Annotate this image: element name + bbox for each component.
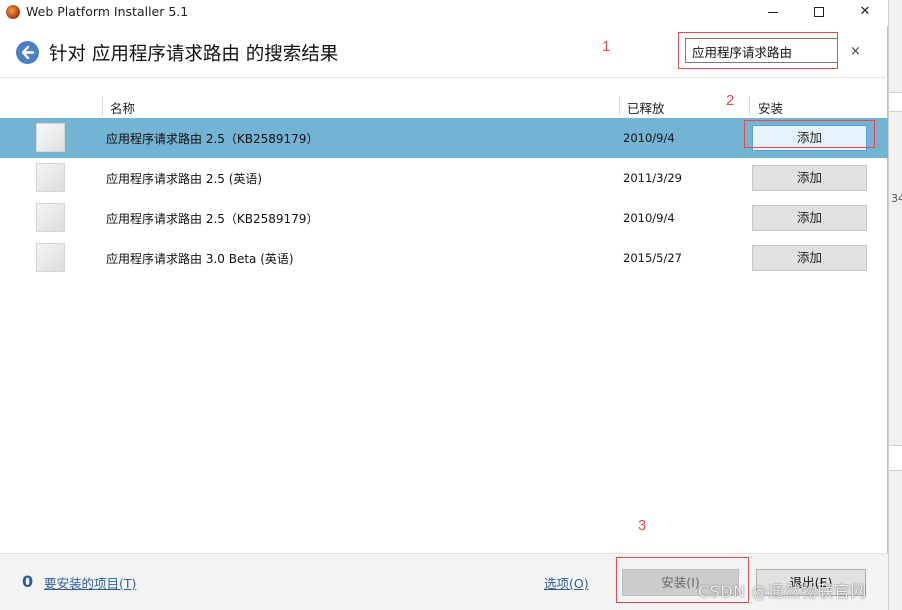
release-date: 2015/5/27 <box>623 251 682 265</box>
app-icon <box>6 5 20 19</box>
product-thumbnail <box>36 203 65 232</box>
title-bar: Web Platform Installer 5.1 ✕ <box>0 0 888 26</box>
annotation-number: 1 <box>602 38 611 55</box>
product-name: 应用程序请求路由 2.5（KB2589179） <box>106 132 319 146</box>
maximize-icon <box>814 7 824 17</box>
background-window: 34 <box>888 0 902 610</box>
product-name: 应用程序请求路由 2.5 (英语) <box>106 172 263 186</box>
annotation-number: 2 <box>726 92 735 109</box>
add-button[interactable]: 添加 <box>752 205 867 231</box>
header-divider <box>0 77 888 78</box>
column-header-install[interactable]: 安装 <box>758 98 783 117</box>
annotation-number: 3 <box>638 517 647 534</box>
annotation-box-add <box>744 120 875 148</box>
release-date: 2011/3/29 <box>623 171 682 185</box>
page-title: 针对 应用程序请求路由 的搜索结果 <box>49 44 339 65</box>
clear-search-icon[interactable]: × <box>850 44 861 59</box>
product-thumbnail <box>36 123 65 152</box>
watermark: CSDN @通然物联官网 <box>698 582 867 601</box>
release-date: 2010/9/4 <box>623 211 675 225</box>
add-button[interactable]: 添加 <box>752 245 867 271</box>
close-icon: ✕ <box>859 4 871 19</box>
background-text: 34 <box>891 192 902 205</box>
options-link[interactable]: 选项(O) <box>544 573 589 592</box>
table-row[interactable]: 应用程序请求路由 2.5（KB2589179） 2010/9/4 添加 <box>0 198 888 238</box>
window-title: Web Platform Installer 5.1 <box>26 4 189 19</box>
back-arrow-icon <box>21 45 35 60</box>
column-header-name[interactable]: 名称 <box>110 98 135 117</box>
column-divider <box>749 96 750 116</box>
product-thumbnail <box>36 243 65 272</box>
column-header-released[interactable]: 已释放 <box>627 98 665 117</box>
close-button[interactable]: ✕ <box>842 0 888 24</box>
annotation-box-search <box>678 32 838 69</box>
release-date: 2010/9/4 <box>623 131 675 145</box>
minimize-button[interactable] <box>750 0 796 24</box>
product-name: 应用程序请求路由 3.0 Beta (英语) <box>106 252 294 266</box>
product-name: 应用程序请求路由 2.5（KB2589179） <box>106 212 319 226</box>
table-row[interactable]: 应用程序请求路由 2.5 (英语) 2011/3/29 添加 <box>0 158 888 198</box>
install-count: 0 <box>22 572 34 591</box>
add-button[interactable]: 添加 <box>752 165 867 191</box>
background-strip <box>889 445 902 471</box>
table-row[interactable]: 应用程序请求路由 3.0 Beta (英语) 2015/5/27 添加 <box>0 238 888 278</box>
items-to-install-link[interactable]: 要安装的项目(T) <box>44 573 136 592</box>
installer-window: Web Platform Installer 5.1 ✕ 针对 应用程序请求路由… <box>0 0 888 610</box>
column-divider <box>102 96 103 116</box>
product-thumbnail <box>36 163 65 192</box>
maximize-button[interactable] <box>796 0 842 24</box>
column-divider <box>619 96 620 116</box>
background-strip <box>889 92 902 112</box>
minimize-icon <box>768 12 778 13</box>
back-button[interactable] <box>16 41 39 64</box>
